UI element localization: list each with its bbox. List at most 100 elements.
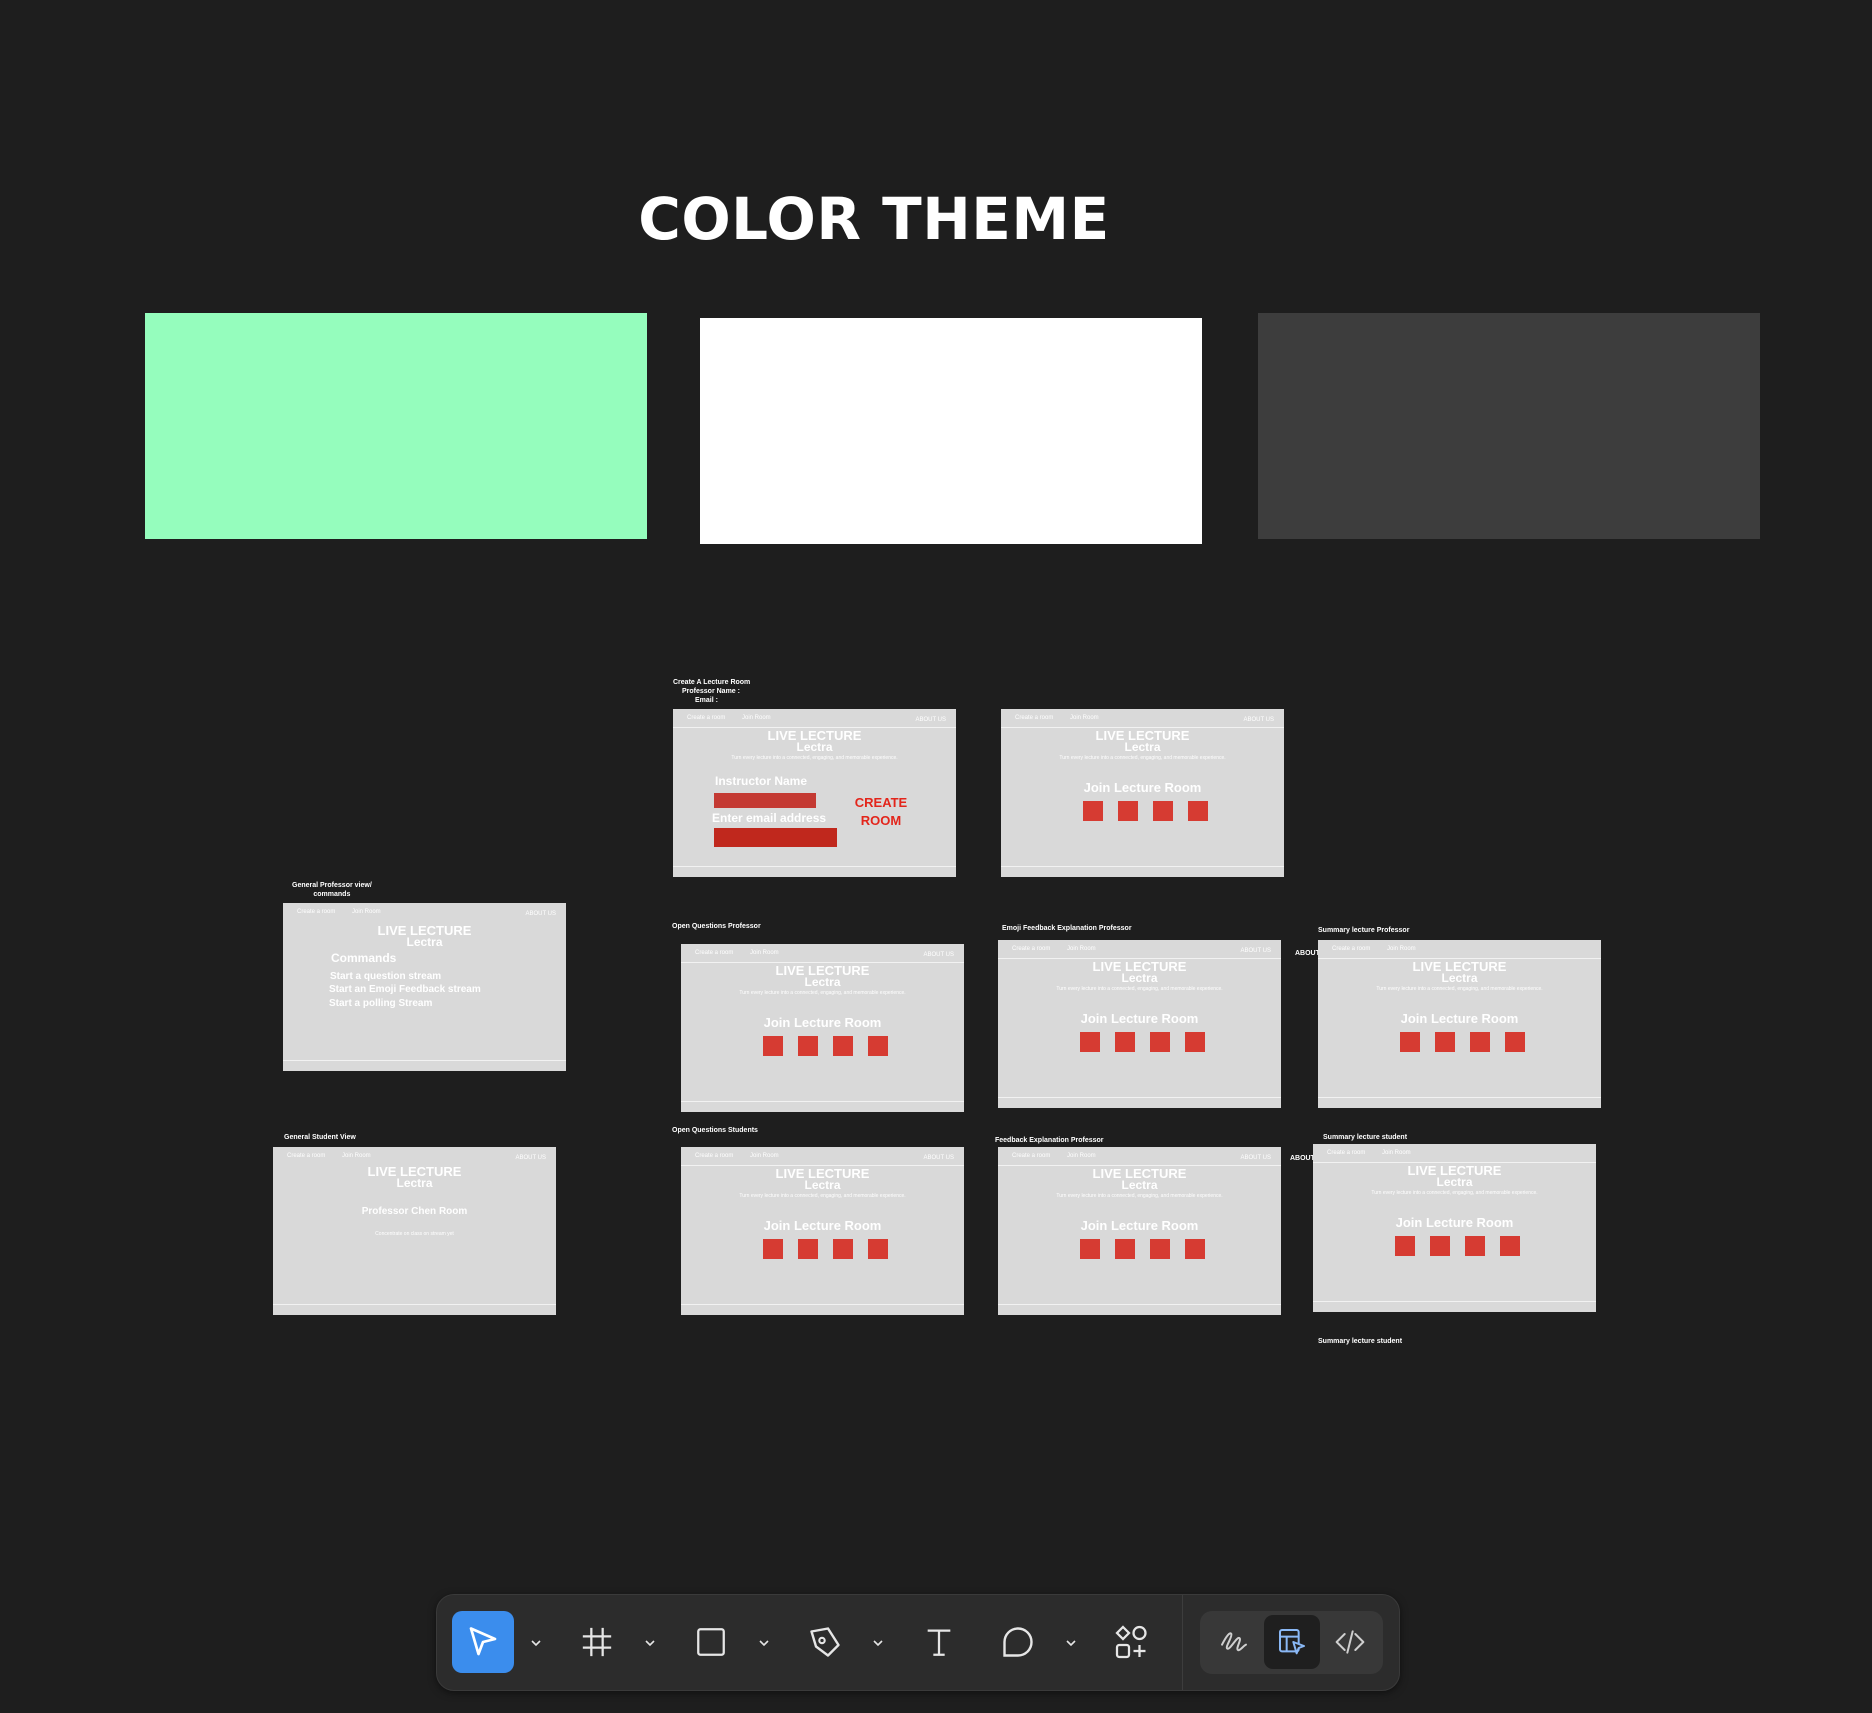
text-tool[interactable] (908, 1611, 970, 1673)
code-box-1[interactable] (763, 1036, 783, 1056)
design-mode[interactable] (1264, 1615, 1320, 1669)
chevron-down-icon[interactable] (528, 1635, 544, 1651)
nav-about-us[interactable]: ABOUT US (525, 911, 556, 917)
assets-tool[interactable] (1101, 1611, 1163, 1673)
dev-mode[interactable] (1323, 1615, 1377, 1669)
code-box-4[interactable] (1500, 1236, 1520, 1256)
frame-open-questions-professor[interactable]: Create a room Join Room ABOUT US LIVE LECT… (681, 944, 964, 1112)
code-box-3[interactable] (833, 1036, 853, 1056)
label-emoji-feedback-professor: Emoji Feedback Explanation Professor (1002, 925, 1132, 932)
code-box-1[interactable] (1400, 1032, 1420, 1052)
code-box-4[interactable] (1185, 1239, 1205, 1259)
nav-create-room[interactable]: Create a room (1327, 1150, 1365, 1156)
nav-create-room[interactable]: Create a room (287, 1153, 325, 1159)
frame-create-room[interactable]: Create a room Join Room ABOUT US LIVE LECT… (673, 709, 956, 877)
nav-about-us[interactable]: ABOUT US (1240, 948, 1271, 954)
nav-create-room[interactable]: Create a room (695, 1153, 733, 1159)
page-title: COLOR THEME (638, 185, 1110, 253)
nav-create-room[interactable]: Create a room (297, 909, 335, 915)
label-general-professor: General Professor view/ commands (292, 882, 372, 898)
room-subtitle: Concentrate on class on stream yet (375, 1231, 454, 1237)
nav-about-us[interactable]: ABOUT US (923, 952, 954, 958)
nav-about-us[interactable]: ABOUT US (923, 1155, 954, 1161)
code-box-4[interactable] (1188, 801, 1208, 821)
instructor-name-input[interactable] (714, 793, 816, 808)
code-box-1[interactable] (763, 1239, 783, 1259)
swatch-white[interactable] (700, 318, 1202, 544)
code-box-2[interactable] (798, 1036, 818, 1056)
chevron-down-icon[interactable] (1063, 1635, 1079, 1651)
frame-emoji-feedback-professor[interactable]: Create a room Join Room ABOUT US LIVE LECT… (998, 940, 1281, 1108)
command-emoji-stream[interactable]: Start an Emoji Feedback stream (329, 984, 481, 995)
nav-join-room[interactable]: Join Room (1070, 715, 1099, 721)
chevron-down-icon[interactable] (756, 1635, 772, 1651)
nav-join-room[interactable]: Join Room (1382, 1150, 1411, 1156)
draw-mode[interactable] (1207, 1615, 1261, 1669)
code-box-4[interactable] (868, 1036, 888, 1056)
nav-create-room[interactable]: Create a room (1012, 946, 1050, 952)
frame-general-student[interactable]: Create a room Join Room ABOUT US LIVE LECT… (273, 1147, 556, 1315)
code-box-3[interactable] (1470, 1032, 1490, 1052)
rectangle-tool[interactable] (680, 1611, 742, 1673)
code-box-4[interactable] (1505, 1032, 1525, 1052)
code-box-2[interactable] (1118, 801, 1138, 821)
code-box-3[interactable] (1150, 1239, 1170, 1259)
nav-join-room[interactable]: Join Room (1067, 1153, 1096, 1159)
frame-brand: Lectra (1441, 971, 1478, 985)
pen-tool[interactable] (794, 1611, 856, 1673)
code-box-1[interactable] (1080, 1239, 1100, 1259)
command-question-stream[interactable]: Start a question stream (330, 971, 441, 982)
nav-create-room[interactable]: Create a room (687, 715, 725, 721)
footer-divider (998, 1304, 1281, 1305)
command-polling-stream[interactable]: Start a polling Stream (329, 998, 432, 1009)
code-box-1[interactable] (1083, 801, 1103, 821)
code-box-1[interactable] (1080, 1032, 1100, 1052)
swatch-mint[interactable] (145, 313, 647, 539)
code-icon (1335, 1630, 1365, 1654)
frame-join-room[interactable]: Create a room Join Room ABOUT US LIVE LECT… (1001, 709, 1284, 877)
nav-create-room[interactable]: Create a room (1012, 1153, 1050, 1159)
nav-about-us[interactable]: ABOUT US (515, 1155, 546, 1161)
footer-divider (273, 1304, 556, 1305)
frame-summary-student[interactable]: Create a room Join Room LIVE LECTURE Lect… (1313, 1144, 1596, 1312)
nav-join-room[interactable]: Join Room (742, 715, 771, 721)
nav-create-room[interactable]: Create a room (1015, 715, 1053, 721)
nav-create-room[interactable]: Create a room (695, 950, 733, 956)
code-box-1[interactable] (1395, 1236, 1415, 1256)
nav-about-us[interactable]: ABOUT US (1240, 1155, 1271, 1161)
code-box-2[interactable] (1435, 1032, 1455, 1052)
nav-about-us[interactable]: ABOUT US (1243, 717, 1274, 723)
code-box-3[interactable] (1153, 801, 1173, 821)
code-box-4[interactable] (1185, 1032, 1205, 1052)
move-tool[interactable] (452, 1611, 514, 1673)
code-box-3[interactable] (1150, 1032, 1170, 1052)
swatch-dark-gray[interactable] (1258, 313, 1760, 539)
code-box-3[interactable] (833, 1239, 853, 1259)
nav-join-room[interactable]: Join Room (342, 1153, 371, 1159)
frame-open-questions-students[interactable]: Create a room Join Room ABOUT US LIVE LECT… (681, 1147, 964, 1315)
frame-feedback-professor[interactable]: Create a room Join Room ABOUT US LIVE LECT… (998, 1147, 1281, 1315)
code-box-2[interactable] (798, 1239, 818, 1259)
nav-join-room[interactable]: Join Room (750, 1153, 779, 1159)
code-box-4[interactable] (868, 1239, 888, 1259)
code-box-2[interactable] (1430, 1236, 1450, 1256)
code-box-2[interactable] (1115, 1239, 1135, 1259)
pen-icon (810, 1627, 840, 1657)
nav-join-room[interactable]: Join Room (1067, 946, 1096, 952)
nav-create-room[interactable]: Create a room (1332, 946, 1370, 952)
nav-join-room[interactable]: Join Room (750, 950, 779, 956)
code-box-3[interactable] (1465, 1236, 1485, 1256)
comment-tool[interactable] (987, 1611, 1049, 1673)
nav-join-room[interactable]: Join Room (1387, 946, 1416, 952)
frame-tool[interactable] (566, 1611, 628, 1673)
nav-about-us[interactable]: ABOUT US (915, 717, 946, 723)
chevron-down-icon[interactable] (642, 1635, 658, 1651)
email-field[interactable] (714, 828, 837, 847)
frame-general-professor[interactable]: Create a room Join Room ABOUT US LIVE LECT… (283, 903, 566, 1071)
nav-join-room[interactable]: Join Room (352, 909, 381, 915)
rectangle-icon (697, 1628, 725, 1656)
chevron-down-icon[interactable] (870, 1635, 886, 1651)
create-room-button[interactable]: CREATE ROOM (851, 794, 911, 830)
frame-summary-professor[interactable]: Create a room Join Room LIVE LECTURE Lect… (1318, 940, 1601, 1108)
code-box-2[interactable] (1115, 1032, 1135, 1052)
